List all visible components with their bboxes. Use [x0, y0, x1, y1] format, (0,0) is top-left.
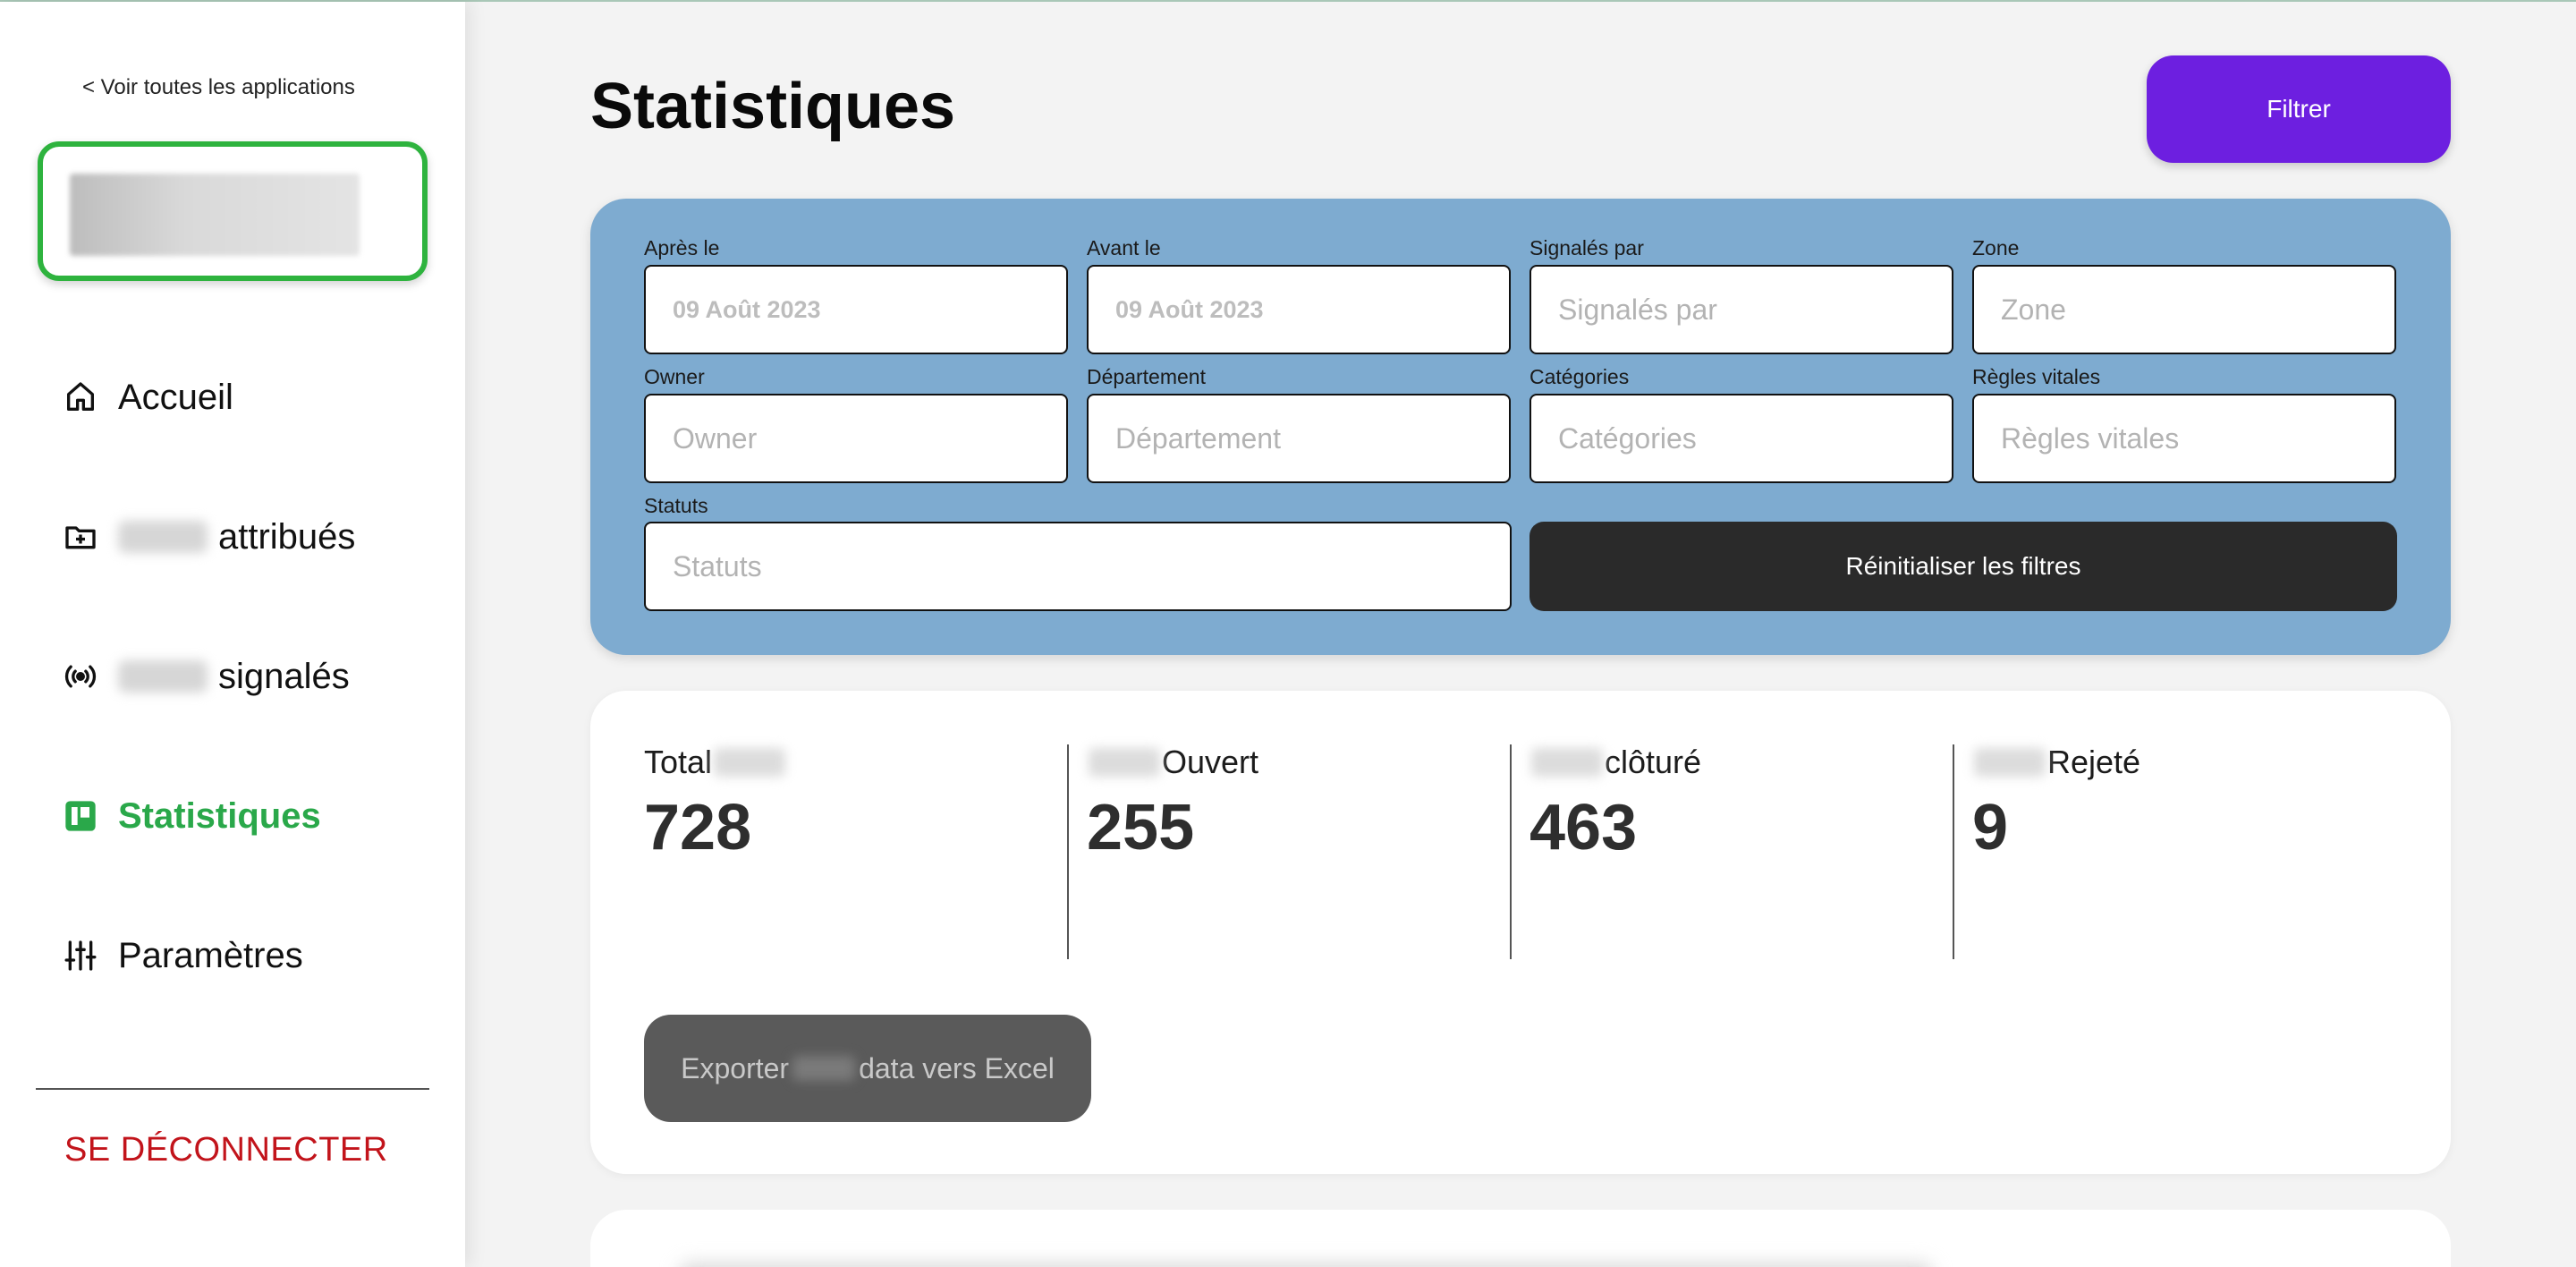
logout-button[interactable]: SE DÉCONNECTER — [64, 1131, 388, 1169]
sidebar-item-statistiques[interactable]: Statistiques — [63, 789, 321, 843]
owner-field[interactable] — [644, 394, 1068, 483]
stat-divider — [1067, 744, 1069, 959]
stat-rejected-label: Rejeté — [2047, 744, 2141, 780]
broadcast-icon — [64, 665, 97, 688]
reported-by-field[interactable] — [1530, 265, 1953, 354]
sidebar: < Voir toutes les applications Accueil a… — [0, 2, 465, 1267]
categories-label: Catégories — [1530, 365, 1630, 388]
stat-rejected-value: 9 — [1972, 792, 2009, 863]
sidebar-item-label: signalés — [218, 656, 350, 696]
department-field[interactable] — [1087, 394, 1511, 483]
chart-card — [590, 1210, 2451, 1267]
zone-field[interactable] — [1972, 265, 2396, 354]
department-label: Département — [1087, 365, 1206, 388]
before-date-field[interactable] — [1087, 265, 1511, 354]
stat-rejected: Rejeté 9 — [1972, 743, 2402, 957]
after-date-field[interactable] — [644, 265, 1068, 354]
home-icon — [67, 382, 95, 411]
stats-card: Total 728 Ouvert 255 clôturé 463 Rejeté … — [590, 691, 2451, 1174]
sidebar-item-label: Statistiques — [118, 795, 321, 836]
sidebar-item-label: attribués — [218, 516, 356, 557]
redacted-text — [792, 1056, 856, 1081]
sidebar-item-label: Paramètres — [118, 935, 303, 975]
stat-closed: clôturé 463 — [1530, 743, 1959, 957]
stat-open-label: Ouvert — [1162, 744, 1259, 780]
stat-total-value: 728 — [644, 792, 752, 863]
redacted-text — [1974, 748, 2046, 777]
folder-plus-icon — [65, 526, 96, 549]
export-label-suffix: data vers Excel — [859, 1051, 1055, 1084]
stat-closed-label: clôturé — [1605, 744, 1702, 780]
reset-filters-button[interactable]: Réinitialiser les filtres — [1530, 522, 2397, 611]
stat-label: clôturé — [1530, 743, 1959, 782]
stat-divider — [1510, 744, 1512, 959]
sidebar-item-parametres[interactable]: Paramètres — [63, 929, 303, 982]
sidebar-item-attribues[interactable]: attribués — [63, 510, 355, 564]
stat-label: Total — [644, 743, 1073, 782]
export-excel-button[interactable]: Exporter data vers Excel — [644, 1015, 1091, 1122]
back-to-apps-link[interactable]: < Voir toutes les applications — [82, 75, 355, 100]
stat-open: Ouvert 255 — [1087, 743, 1516, 957]
owner-label: Owner — [644, 365, 705, 388]
board-icon — [65, 801, 96, 831]
stat-closed-value: 463 — [1530, 792, 1638, 863]
stat-label: Ouvert — [1087, 743, 1516, 782]
rules-field[interactable] — [1972, 394, 2396, 483]
stat-total: Total 728 — [644, 743, 1073, 957]
stat-open-value: 255 — [1087, 792, 1195, 863]
stat-total-label: Total — [644, 744, 713, 780]
redacted-content — [680, 1263, 1932, 1267]
zone-label: Zone — [1972, 236, 2020, 259]
app-logo — [70, 174, 360, 256]
rules-label: Règles vitales — [1972, 365, 2101, 388]
reported-by-label: Signalés par — [1530, 236, 1644, 259]
redacted-text — [118, 521, 208, 553]
after-date-label: Après le — [644, 236, 720, 259]
redacted-text — [1089, 748, 1160, 777]
redacted-text — [714, 748, 786, 777]
stat-divider — [1953, 744, 1954, 959]
sidebar-item-accueil[interactable]: Accueil — [63, 370, 233, 424]
statuses-label: Statuts — [644, 494, 708, 517]
page-title: Statistiques — [590, 71, 956, 142]
before-date-label: Avant le — [1087, 236, 1161, 259]
statuses-field[interactable] — [644, 522, 1512, 611]
app-logo-card[interactable] — [38, 141, 428, 281]
filter-panel: Après le Avant le Signalés par Zone Owne… — [590, 199, 2451, 655]
sidebar-item-signales[interactable]: signalés — [63, 650, 350, 703]
redacted-text — [1531, 748, 1603, 777]
export-label-prefix: Exporter — [681, 1051, 790, 1084]
categories-field[interactable] — [1530, 394, 1953, 483]
filter-button[interactable]: Filtrer — [2147, 55, 2451, 163]
redacted-text — [118, 660, 208, 693]
sidebar-divider — [36, 1088, 429, 1090]
sidebar-item-label: Accueil — [118, 377, 233, 417]
sliders-icon — [64, 940, 97, 971]
stat-label: Rejeté — [1972, 743, 2402, 782]
